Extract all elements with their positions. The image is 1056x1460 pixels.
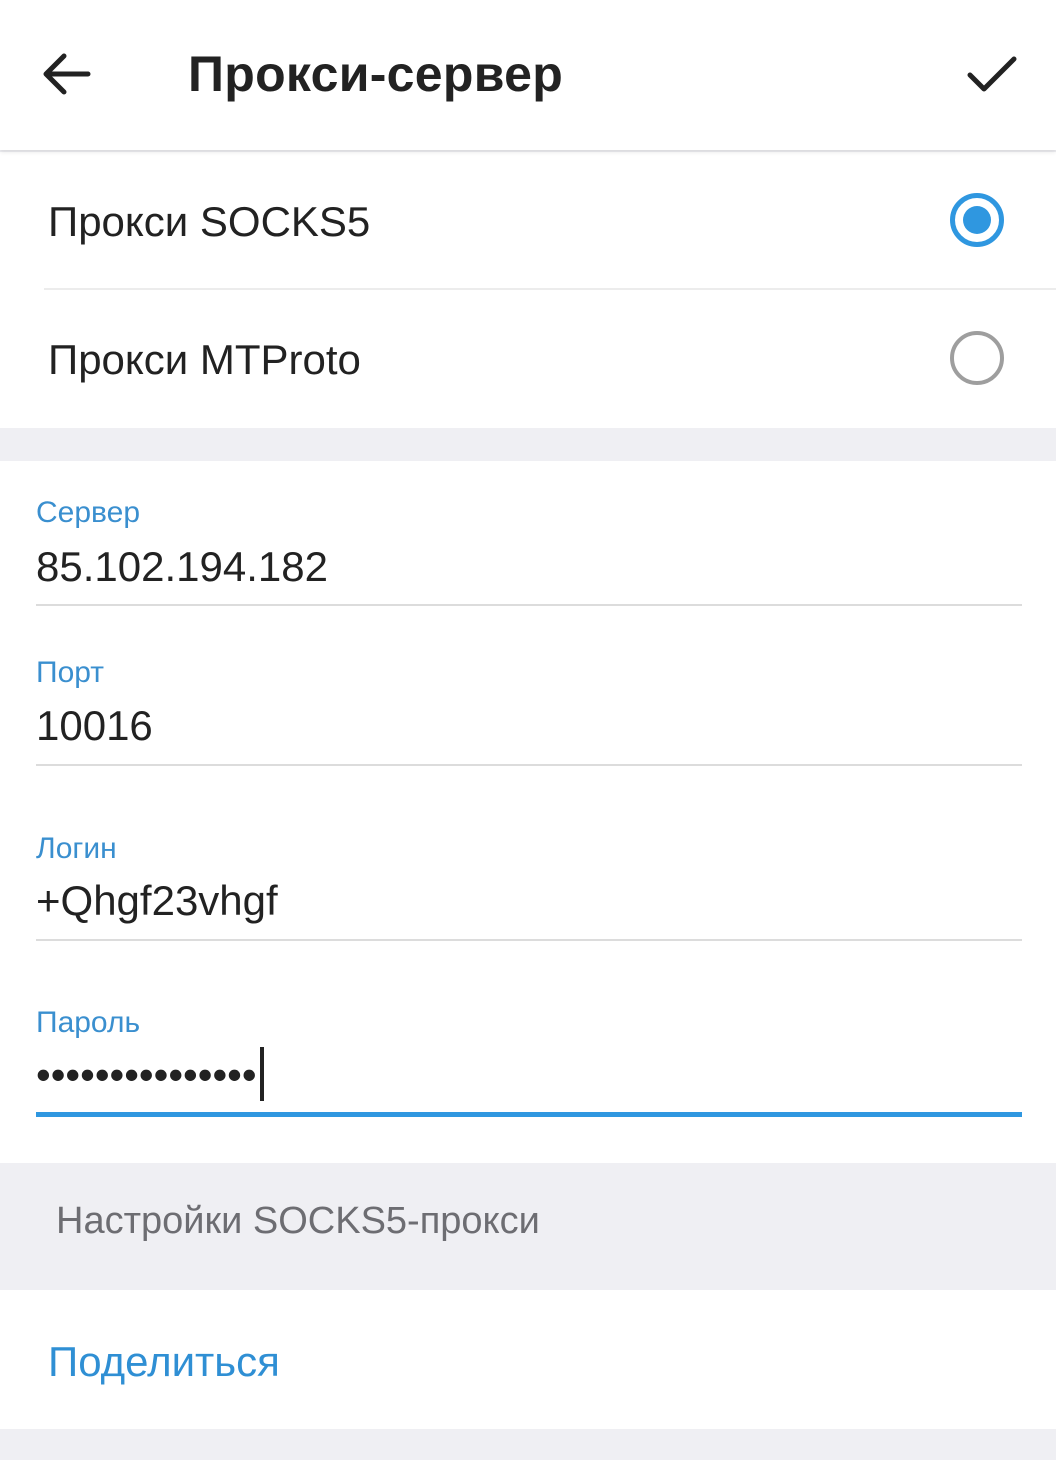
- proxy-fields: Сервер Порт Логин Пароль: [0, 461, 1056, 1163]
- port-label: Порт: [36, 656, 105, 689]
- checkmark-icon: [967, 56, 1017, 92]
- back-button[interactable]: [26, 32, 106, 116]
- password-underline-active: [36, 1112, 1022, 1117]
- page-title: Прокси-сервер: [188, 46, 564, 102]
- server-underline: [36, 604, 1022, 606]
- proxy-type-group: Прокси SOCKS5 Прокси MTProto: [0, 152, 1056, 428]
- proxy-type-mtproto-row[interactable]: Прокси MTProto: [0, 290, 1056, 427]
- bottom-band: [0, 1430, 1056, 1460]
- text-caret: [260, 1047, 264, 1101]
- server-label: Сервер: [36, 496, 141, 529]
- login-input[interactable]: [36, 871, 1022, 931]
- done-button[interactable]: [950, 32, 1034, 116]
- server-input[interactable]: [36, 537, 1022, 597]
- mtproto-radio-unchecked-icon[interactable]: [950, 331, 1004, 385]
- socks5-radio-checked-icon[interactable]: [950, 193, 1004, 247]
- proxy-settings-screen: Прокси-сервер Прокси SOCKS5 Прокси MTPro…: [0, 0, 1056, 1460]
- arrow-left-icon: [43, 53, 91, 95]
- share-section: Поделиться: [0, 1290, 1056, 1429]
- socks5-info-text: Настройки SOCKS5-прокси: [56, 1200, 540, 1242]
- app-bar: Прокси-сервер: [0, 0, 1056, 150]
- proxy-type-mtproto-label: Прокси MTProto: [48, 336, 361, 383]
- login-label: Логин: [36, 832, 117, 865]
- password-input[interactable]: [36, 1045, 258, 1105]
- password-label: Пароль: [36, 1006, 141, 1039]
- share-button[interactable]: Поделиться: [48, 1336, 280, 1388]
- proxy-type-socks5-label: Прокси SOCKS5: [48, 198, 371, 245]
- proxy-type-socks5-row[interactable]: Прокси SOCKS5: [0, 152, 1056, 290]
- port-input[interactable]: [36, 696, 1022, 756]
- login-underline: [36, 939, 1022, 941]
- info-band: Настройки SOCKS5-прокси: [0, 1165, 1056, 1289]
- port-underline: [36, 764, 1022, 766]
